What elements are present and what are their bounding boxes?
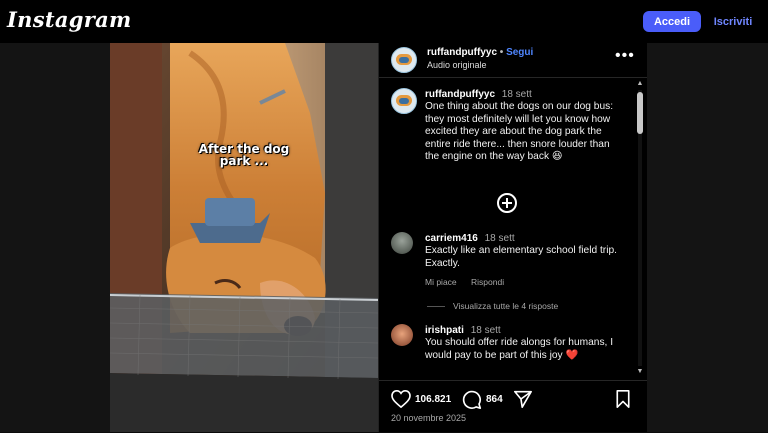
comment-actions: Mi piace Rispondi — [425, 277, 516, 287]
video-overlay-text: After the dog park ... — [198, 142, 290, 168]
red-heart-emoji: ❤️ — [565, 349, 579, 361]
author-line: ruffandpuffyyc • Segui — [427, 47, 533, 58]
caption-header: ruffandpuffyyc 18 sett — [425, 89, 532, 100]
audio-label[interactable]: Audio originale — [427, 60, 487, 70]
post-date[interactable]: 20 novembre 2025 — [391, 413, 466, 423]
dog-video-frame — [110, 43, 378, 432]
post-video[interactable]: After the dog park ... — [110, 43, 378, 432]
comment-text: Exactly like an elementary school field … — [425, 245, 617, 269]
signup-link[interactable]: Iscriviti — [709, 11, 757, 32]
caption-time: 18 sett — [501, 89, 532, 100]
comment-avatar[interactable] — [391, 324, 413, 346]
caption-username[interactable]: ruffandpuffyyc — [425, 89, 495, 100]
view-replies-link[interactable]: Visualizza tutte le 4 risposte — [427, 301, 558, 311]
caption-text: One thing about the dogs on our dog bus:… — [425, 101, 614, 163]
reply-button[interactable]: Rispondi — [471, 277, 504, 287]
comment-time: 18 sett — [484, 233, 515, 244]
post-modal: After the dog park ... ruffandpuffyyc • … — [110, 43, 647, 432]
bookmark-icon[interactable] — [615, 390, 631, 408]
caption-avatar[interactable] — [391, 88, 417, 114]
scroll-up-arrow-icon[interactable]: ▲ — [636, 80, 644, 88]
likes-count[interactable]: 106.821 — [415, 394, 451, 405]
author-avatar[interactable] — [391, 47, 417, 73]
comment-time: 18 sett — [470, 325, 501, 336]
comment-text: You should offer ride alongs for humans,… — [425, 337, 621, 362]
comment-text-body: You should offer ride alongs for humans,… — [425, 337, 614, 361]
comments-scrollbar[interactable]: ▲ ▼ — [636, 80, 644, 375]
separator-dot: • — [499, 47, 504, 58]
heart-icon[interactable] — [391, 390, 411, 408]
login-button[interactable]: Accedi — [643, 11, 701, 32]
post-side-panel: ruffandpuffyyc • Segui Audio originale •… — [378, 43, 647, 432]
more-options-icon[interactable]: ••• — [615, 47, 635, 65]
follow-button[interactable]: Segui — [506, 47, 533, 58]
view-replies-label: Visualizza tutte le 4 risposte — [453, 301, 559, 311]
post-header: ruffandpuffyyc • Segui Audio originale •… — [379, 43, 647, 78]
author-username[interactable]: ruffandpuffyyc — [427, 47, 497, 58]
share-icon[interactable] — [513, 390, 533, 408]
top-bar: Instagram Accedi Iscriviti — [0, 0, 768, 44]
like-comment-button[interactable]: Mi piace — [425, 277, 457, 287]
add-comment-icon[interactable] — [497, 193, 517, 213]
replies-divider — [427, 306, 445, 308]
post-actions-bar: 106.821 864 20 novembre 2025 — [379, 380, 647, 433]
instagram-logo[interactable]: Instagram — [7, 7, 132, 32]
comment-header: carriem416 18 sett — [425, 233, 515, 244]
scroll-down-arrow-icon[interactable]: ▼ — [636, 368, 644, 376]
comments-scroll-area[interactable]: ruffandpuffyyc 18 sett One thing about t… — [379, 78, 647, 380]
comment-username[interactable]: carriem416 — [425, 233, 478, 244]
comment-icon[interactable] — [462, 390, 482, 409]
comment-username[interactable]: irishpati — [425, 325, 464, 336]
comment-avatar[interactable] — [391, 232, 413, 254]
comment-header: irishpati 18 sett — [425, 325, 501, 336]
scrollbar-thumb[interactable] — [637, 92, 643, 134]
comments-count[interactable]: 864 — [486, 394, 503, 405]
